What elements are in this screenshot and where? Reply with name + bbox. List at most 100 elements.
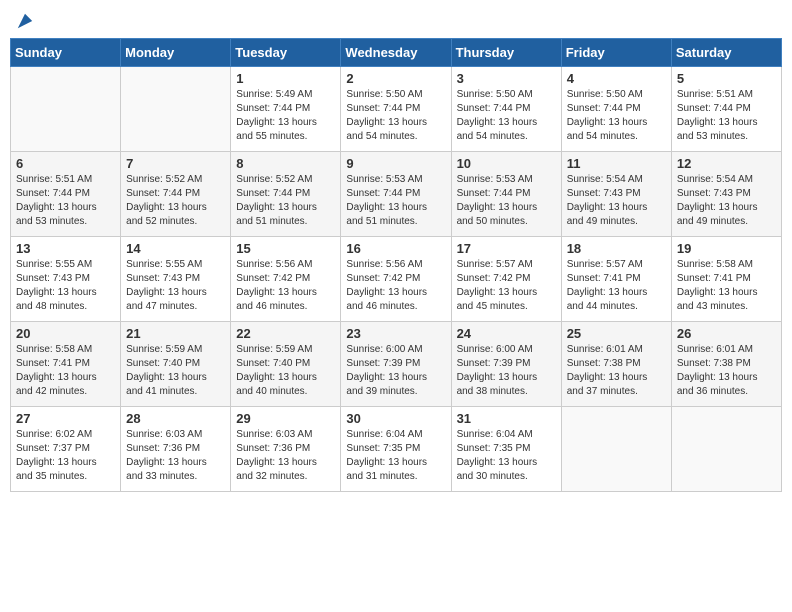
- calendar-cell: 13Sunrise: 5:55 AM Sunset: 7:43 PM Dayli…: [11, 237, 121, 322]
- day-number: 2: [346, 71, 445, 86]
- weekday-header-sunday: Sunday: [11, 39, 121, 67]
- day-info: Sunrise: 6:01 AM Sunset: 7:38 PM Dayligh…: [677, 343, 776, 399]
- day-number: 4: [567, 71, 666, 86]
- calendar-cell: 12 Sunrise: 5:54 AM Sunset: 7:43 PM Dayli…: [671, 152, 781, 237]
- day-number: 21: [126, 326, 225, 341]
- weekday-header-tuesday: Tuesday: [231, 39, 341, 67]
- calendar-cell: 19 Sunrise: 5:58 AM Sunset: 7:41 PM Dayli…: [671, 237, 781, 322]
- calendar-cell: 28 Sunrise: 6:03 AM Sunset: 7:36 PM Dayli…: [121, 407, 231, 492]
- day-number: 26: [677, 326, 776, 341]
- day-number: 17: [457, 241, 556, 256]
- day-info: Sunrise: 5:52 AM Sunset: 7:44 PM Dayligh…: [126, 173, 225, 229]
- day-number: 29: [236, 411, 335, 426]
- day-number: 13: [16, 241, 115, 256]
- day-number: 12: [677, 156, 776, 171]
- day-info: Sunrise: 6:04 AM Sunset: 7:35 PM Dayligh…: [346, 428, 445, 484]
- logo-icon: [16, 12, 34, 30]
- calendar-cell: 31 Sunrise: 6:04 AM Sunset: 7:35 PM Dayli…: [451, 407, 561, 492]
- day-number: 27: [16, 411, 115, 426]
- day-number: 6: [16, 156, 115, 171]
- calendar-week-row: 20Sunrise: 5:58 AM Sunset: 7:41 PM Dayli…: [11, 322, 782, 407]
- day-number: 24: [457, 326, 556, 341]
- day-info: Sunrise: 5:56 AM Sunset: 7:42 PM Dayligh…: [346, 258, 445, 314]
- calendar-cell: 1Sunrise: 5:49 AM Sunset: 7:44 PM Daylig…: [231, 67, 341, 152]
- day-info: Sunrise: 5:51 AM Sunset: 7:44 PM Dayligh…: [16, 173, 115, 229]
- weekday-header-monday: Monday: [121, 39, 231, 67]
- calendar-cell: 26 Sunrise: 6:01 AM Sunset: 7:38 PM Dayli…: [671, 322, 781, 407]
- calendar-cell: 3Sunrise: 5:50 AM Sunset: 7:44 PM Daylig…: [451, 67, 561, 152]
- day-number: 1: [236, 71, 335, 86]
- weekday-header-friday: Friday: [561, 39, 671, 67]
- day-info: Sunrise: 6:03 AM Sunset: 7:36 PM Dayligh…: [236, 428, 335, 484]
- day-number: 14: [126, 241, 225, 256]
- calendar-cell: 25 Sunrise: 6:01 AM Sunset: 7:38 PM Dayli…: [561, 322, 671, 407]
- day-number: 8: [236, 156, 335, 171]
- day-number: 20: [16, 326, 115, 341]
- calendar-week-row: 6 Sunrise: 5:51 AM Sunset: 7:44 PM Daylig…: [11, 152, 782, 237]
- day-info: Sunrise: 6:01 AM Sunset: 7:38 PM Dayligh…: [567, 343, 666, 399]
- calendar-cell: 4 Sunrise: 5:50 AM Sunset: 7:44 PM Daylig…: [561, 67, 671, 152]
- calendar-cell: 18 Sunrise: 5:57 AM Sunset: 7:41 PM Dayli…: [561, 237, 671, 322]
- calendar-week-row: 1Sunrise: 5:49 AM Sunset: 7:44 PM Daylig…: [11, 67, 782, 152]
- day-info: Sunrise: 5:53 AM Sunset: 7:44 PM Dayligh…: [457, 173, 556, 229]
- day-number: 28: [126, 411, 225, 426]
- day-number: 23: [346, 326, 445, 341]
- calendar-cell: 20Sunrise: 5:58 AM Sunset: 7:41 PM Dayli…: [11, 322, 121, 407]
- calendar-cell: 7 Sunrise: 5:52 AM Sunset: 7:44 PM Daylig…: [121, 152, 231, 237]
- calendar-cell: [671, 407, 781, 492]
- day-info: Sunrise: 5:58 AM Sunset: 7:41 PM Dayligh…: [677, 258, 776, 314]
- day-info: Sunrise: 5:52 AM Sunset: 7:44 PM Dayligh…: [236, 173, 335, 229]
- calendar-cell: [561, 407, 671, 492]
- day-number: 25: [567, 326, 666, 341]
- calendar-cell: 11 Sunrise: 5:54 AM Sunset: 7:43 PM Dayli…: [561, 152, 671, 237]
- calendar-week-row: 27 Sunrise: 6:02 AM Sunset: 7:37 PM Dayli…: [11, 407, 782, 492]
- day-number: 11: [567, 156, 666, 171]
- logo: [14, 10, 34, 30]
- page-header: [10, 10, 782, 30]
- weekday-header-saturday: Saturday: [671, 39, 781, 67]
- day-number: 31: [457, 411, 556, 426]
- calendar-cell: 22 Sunrise: 5:59 AM Sunset: 7:40 PM Dayli…: [231, 322, 341, 407]
- calendar-cell: 5Sunrise: 5:51 AM Sunset: 7:44 PM Daylig…: [671, 67, 781, 152]
- day-info: Sunrise: 5:54 AM Sunset: 7:43 PM Dayligh…: [567, 173, 666, 229]
- day-number: 30: [346, 411, 445, 426]
- calendar-cell: [11, 67, 121, 152]
- calendar-cell: 17 Sunrise: 5:57 AM Sunset: 7:42 PM Dayli…: [451, 237, 561, 322]
- day-info: Sunrise: 6:02 AM Sunset: 7:37 PM Dayligh…: [16, 428, 115, 484]
- day-number: 18: [567, 241, 666, 256]
- calendar-cell: 16 Sunrise: 5:56 AM Sunset: 7:42 PM Dayli…: [341, 237, 451, 322]
- day-info: Sunrise: 5:50 AM Sunset: 7:44 PM Dayligh…: [567, 88, 666, 144]
- day-info: Sunrise: 5:56 AM Sunset: 7:42 PM Dayligh…: [236, 258, 335, 314]
- calendar-header-row: SundayMondayTuesdayWednesdayThursdayFrid…: [11, 39, 782, 67]
- calendar-cell: 27 Sunrise: 6:02 AM Sunset: 7:37 PM Dayli…: [11, 407, 121, 492]
- day-info: Sunrise: 5:57 AM Sunset: 7:42 PM Dayligh…: [457, 258, 556, 314]
- day-number: 5: [677, 71, 776, 86]
- day-number: 7: [126, 156, 225, 171]
- calendar-cell: 29 Sunrise: 6:03 AM Sunset: 7:36 PM Dayli…: [231, 407, 341, 492]
- logo-text: [14, 10, 34, 30]
- day-number: 22: [236, 326, 335, 341]
- day-info: Sunrise: 6:00 AM Sunset: 7:39 PM Dayligh…: [346, 343, 445, 399]
- day-number: 16: [346, 241, 445, 256]
- calendar-cell: 6 Sunrise: 5:51 AM Sunset: 7:44 PM Daylig…: [11, 152, 121, 237]
- weekday-header-thursday: Thursday: [451, 39, 561, 67]
- day-info: Sunrise: 5:59 AM Sunset: 7:40 PM Dayligh…: [236, 343, 335, 399]
- day-number: 19: [677, 241, 776, 256]
- calendar-cell: 10Sunrise: 5:53 AM Sunset: 7:44 PM Dayli…: [451, 152, 561, 237]
- calendar-cell: 24 Sunrise: 6:00 AM Sunset: 7:39 PM Dayli…: [451, 322, 561, 407]
- day-info: Sunrise: 6:04 AM Sunset: 7:35 PM Dayligh…: [457, 428, 556, 484]
- day-number: 15: [236, 241, 335, 256]
- day-info: Sunrise: 5:50 AM Sunset: 7:44 PM Dayligh…: [346, 88, 445, 144]
- day-info: Sunrise: 5:55 AM Sunset: 7:43 PM Dayligh…: [126, 258, 225, 314]
- calendar-cell: 23 Sunrise: 6:00 AM Sunset: 7:39 PM Dayli…: [341, 322, 451, 407]
- day-number: 3: [457, 71, 556, 86]
- calendar-cell: 14 Sunrise: 5:55 AM Sunset: 7:43 PM Dayli…: [121, 237, 231, 322]
- day-info: Sunrise: 5:53 AM Sunset: 7:44 PM Dayligh…: [346, 173, 445, 229]
- day-info: Sunrise: 5:54 AM Sunset: 7:43 PM Dayligh…: [677, 173, 776, 229]
- calendar-cell: 21Sunrise: 5:59 AM Sunset: 7:40 PM Dayli…: [121, 322, 231, 407]
- day-info: Sunrise: 6:00 AM Sunset: 7:39 PM Dayligh…: [457, 343, 556, 399]
- day-info: Sunrise: 5:57 AM Sunset: 7:41 PM Dayligh…: [567, 258, 666, 314]
- day-info: Sunrise: 6:03 AM Sunset: 7:36 PM Dayligh…: [126, 428, 225, 484]
- calendar-cell: 15 Sunrise: 5:56 AM Sunset: 7:42 PM Dayli…: [231, 237, 341, 322]
- day-number: 9: [346, 156, 445, 171]
